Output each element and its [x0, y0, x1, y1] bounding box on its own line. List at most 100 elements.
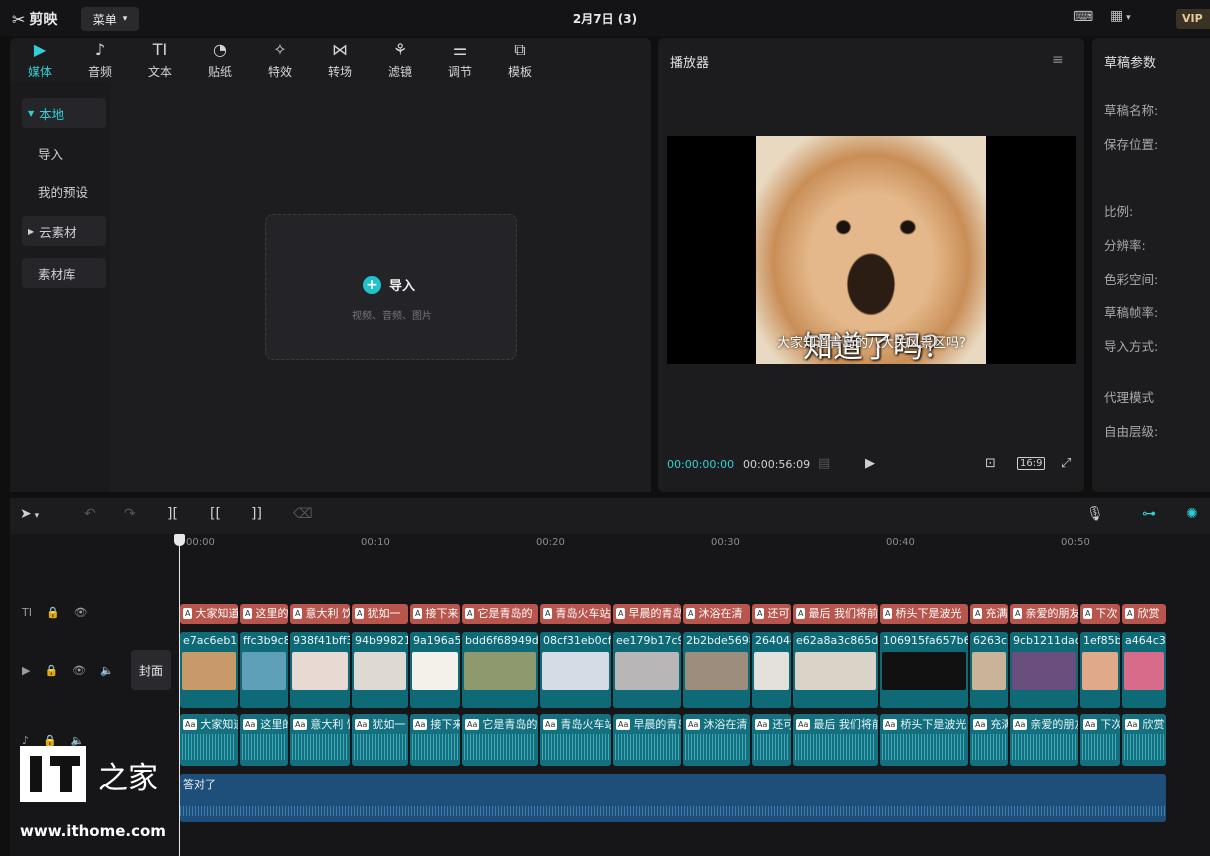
text-clip[interactable]: A 充满 [970, 604, 1008, 624]
text-clip[interactable]: A 下次 [1080, 604, 1120, 624]
video-clip[interactable]: e7ac6eb1c [180, 632, 238, 708]
audio-clip[interactable]: Aa 接下来 [410, 714, 460, 766]
redo-icon[interactable]: ↷ [124, 506, 136, 522]
audio-clip[interactable]: Aa早晨的青岛 [613, 714, 681, 766]
audio-clip[interactable]: Aa意大利 饮 [290, 714, 350, 766]
text-clip[interactable]: A 还可 [752, 604, 791, 624]
text-clip[interactable]: A 早晨的青岛 [613, 604, 681, 624]
import-dropzone[interactable]: + 导入 视频、音频、图片 [265, 214, 517, 360]
audio-clip[interactable]: Aa 这里的 [240, 714, 288, 766]
music-clip[interactable]: 答对了 [180, 774, 1166, 822]
video-clip[interactable]: 938f41bff3 [290, 632, 350, 708]
select-cursor-icon[interactable]: ➤ ▾ [20, 506, 39, 522]
text-clip[interactable]: A 欣赏 [1122, 604, 1166, 624]
text-clip[interactable]: A 最后 我们将前 [793, 604, 878, 624]
text-clip[interactable]: A 桥头下是波光 [880, 604, 968, 624]
text-clip-label: 大家知道 [195, 607, 238, 620]
sidebar-item-local[interactable]: ▼ 本地 [22, 98, 106, 128]
text-clip[interactable]: A 青岛火车站 [540, 604, 611, 624]
tab-audio[interactable]: ♪ 音频 [70, 38, 130, 82]
eye-icon[interactable]: 👁 [72, 664, 86, 677]
video-clip[interactable]: ee179b17c92 [613, 632, 681, 708]
tab-sticker[interactable]: ◔ 贴纸 [190, 38, 250, 82]
video-clip[interactable]: 1ef85b [1080, 632, 1120, 708]
tab-text[interactable]: TI 文本 [130, 38, 190, 82]
expand-icon[interactable]: ⤢ [1061, 456, 1071, 471]
video-clip[interactable]: 94b99821 [352, 632, 408, 708]
audio-clip[interactable]: Aa亲爱的朋友 [1010, 714, 1078, 766]
video-clip[interactable]: a464c3f [1122, 632, 1166, 708]
lock-icon[interactable]: 🔒 [46, 606, 60, 619]
text-clip[interactable]: A 它是青岛的 [462, 604, 538, 624]
link-toggle-icon[interactable]: ⊶ [1142, 506, 1156, 522]
text-clip[interactable]: A 亲爱的朋友 [1010, 604, 1078, 624]
audio-waveform [685, 734, 748, 760]
audio-waveform [795, 734, 876, 760]
video-clip[interactable]: 2b2bde5698 [683, 632, 750, 708]
delete-icon[interactable]: ⌫ [293, 506, 313, 522]
audio-clip[interactable]: Aa 犹如一 [352, 714, 408, 766]
ratio-button[interactable]: 16:9 [1017, 457, 1046, 470]
tab-filter[interactable]: ⚘ 滤镜 [370, 38, 430, 82]
video-clip[interactable]: 08cf31eb0cff [540, 632, 611, 708]
undo-icon[interactable]: ↶ [84, 506, 96, 522]
asset-tabs: ▶ 媒体 ♪ 音频 TI 文本 ◔ 贴纸 ✧ 特效 ⋈ 转场 ⚘ 滤镜 ⚌ 调节 ⧉ 模板 [10, 38, 651, 82]
hamburger-menu-icon[interactable]: ≡ [1052, 52, 1064, 68]
timeline[interactable]: 00:00 00:10 00:20 00:30 00:40 00:50 TI 🔒… [10, 534, 1210, 856]
fullscreen-crop-icon[interactable]: ⊡ [985, 456, 996, 471]
audio-clip-name: Aa 接下来 [413, 716, 460, 732]
trim-right-icon[interactable]: ]] [251, 506, 262, 522]
audio-clip[interactable]: Aa大家知道 [180, 714, 238, 766]
split-icon[interactable]: ][ [167, 506, 178, 522]
lock-icon[interactable]: 🔒 [44, 664, 58, 677]
audio-clip[interactable]: Aa 桥头下是波光 [880, 714, 968, 766]
magnet-snap-icon[interactable]: ✺ [1186, 506, 1198, 522]
tab-transition[interactable]: ⋈ 转场 [310, 38, 370, 82]
video-clip[interactable]: 264044 [752, 632, 791, 708]
vip-badge[interactable]: VIP [1176, 9, 1210, 29]
text-clip[interactable]: A 犹如一 [352, 604, 408, 624]
video-clip[interactable]: 9cb1211dac [1010, 632, 1078, 708]
cover-button[interactable]: 封面 [131, 650, 171, 690]
video-clip-thumbnail [615, 652, 679, 690]
text-clip-label: 青岛火车站 [555, 607, 611, 620]
timeline-grid-icon[interactable]: ▤ [818, 456, 830, 471]
eye-icon[interactable]: 👁 [74, 606, 88, 619]
video-preview[interactable]: 知道了吗? 大家知道青岛的八大关风景区吗? [667, 136, 1076, 365]
tts-icon: Aa [686, 719, 701, 730]
layout-icon[interactable]: ▦ ▾ [1110, 8, 1131, 24]
volume-icon[interactable]: 🔈 [100, 664, 114, 677]
video-clip[interactable]: 9a196a5c [410, 632, 460, 708]
text-clip[interactable]: A 意大利 饮 [290, 604, 350, 624]
microphone-icon[interactable]: 🎙 [1086, 506, 1104, 522]
text-clip[interactable]: A 这里的 [240, 604, 288, 624]
audio-clip[interactable]: Aa 青岛火车站 [540, 714, 611, 766]
menu-button[interactable]: 菜单 ▾ [81, 7, 139, 31]
keyboard-shortcuts-icon[interactable]: ⌨ [1073, 9, 1093, 25]
audio-clip[interactable]: Aa 最后 我们将前 [793, 714, 878, 766]
audio-clip[interactable]: Aa 它是青岛的 [462, 714, 538, 766]
video-clip[interactable]: bdd6f68949db [462, 632, 538, 708]
audio-clip[interactable]: Aa 还可 [752, 714, 791, 766]
text-clip[interactable]: A 接下来 [410, 604, 460, 624]
audio-clip[interactable]: Aa 充满 [970, 714, 1008, 766]
tab-template[interactable]: ⧉ 模板 [490, 38, 550, 82]
sidebar-item-library[interactable]: 素材库 [22, 258, 106, 288]
trim-left-icon[interactable]: [[ [210, 506, 221, 522]
video-clip[interactable]: e62a8a3c865d1c [793, 632, 878, 708]
text-clip[interactable]: A 沐浴在清 [683, 604, 750, 624]
sidebar-item-cloud[interactable]: ▶ 云素材 [22, 216, 106, 246]
sidebar-item-presets[interactable]: 我的预设 [22, 176, 106, 206]
video-clip[interactable]: 106915fa657b6f [880, 632, 968, 708]
audio-clip[interactable]: Aa 下次 [1080, 714, 1120, 766]
audio-clip[interactable]: Aa 欣赏 [1122, 714, 1166, 766]
audio-clip[interactable]: Aa 沐浴在清 [683, 714, 750, 766]
tab-media[interactable]: ▶ 媒体 [10, 38, 70, 82]
tab-adjust[interactable]: ⚌ 调节 [430, 38, 490, 82]
play-icon[interactable]: ▶ [865, 456, 875, 471]
sidebar-item-import[interactable]: 导入 [22, 138, 106, 168]
video-clip[interactable]: 6263c1 [970, 632, 1008, 708]
video-clip[interactable]: ffc3b9c8 [240, 632, 288, 708]
text-clip[interactable]: A 大家知道 [180, 604, 238, 624]
tab-effect[interactable]: ✧ 特效 [250, 38, 310, 82]
